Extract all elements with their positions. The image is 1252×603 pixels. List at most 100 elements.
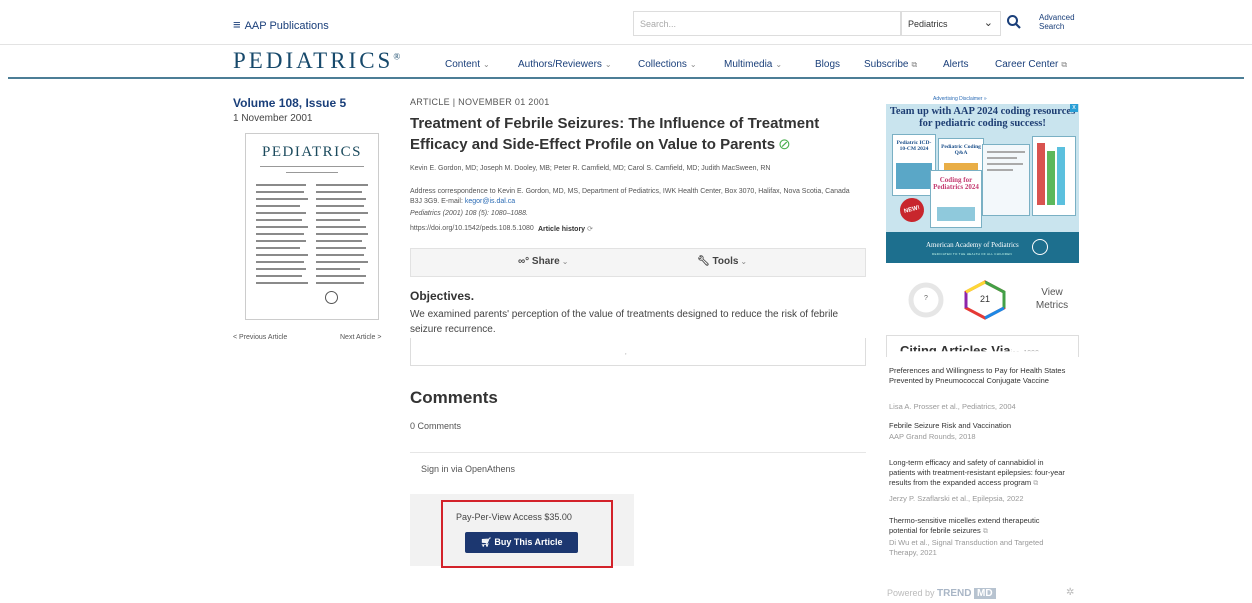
nav-label: Subscribe: [864, 59, 909, 70]
search-icon[interactable]: [1006, 14, 1022, 30]
nav-content[interactable]: Content ⌄: [445, 59, 490, 70]
cover-text-line: [316, 191, 362, 193]
publications-menu-button[interactable]: ≡ AAP Publications: [233, 17, 329, 32]
ad-headline: Team up with AAP 2024 coding resources f…: [889, 106, 1076, 129]
ad-book-coding: Coding for Pediatrics 2024: [930, 170, 982, 228]
chevron-down-icon: ⌄: [483, 60, 490, 69]
issue-volume-link[interactable]: Volume 108, Issue 5: [233, 96, 346, 110]
cover-text-line: [256, 205, 300, 207]
comments-heading: Comments: [410, 388, 498, 407]
ad-footer-tagline: DEDICATED TO THE HEALTH OF ALL CHILDREN: [932, 252, 1012, 256]
cover-text-line: [316, 268, 360, 270]
doi-link[interactable]: https://doi.org/10.1542/peds.108.5.1080: [410, 225, 534, 232]
previous-article-link[interactable]: < Previous Article: [233, 334, 287, 341]
advanced-search-link[interactable]: Advanced Search: [1039, 13, 1075, 31]
cover-text-line: [316, 233, 368, 235]
search-input[interactable]: Search...: [633, 11, 901, 36]
close-icon[interactable]: x: [1070, 104, 1078, 112]
nav-label: Multimedia: [724, 59, 773, 70]
citing-article-title[interactable]: Preferences and Willingness to Pay for H…: [889, 366, 1067, 386]
issue-date: 1 November 2001: [233, 113, 313, 124]
ad-book-art: [1047, 151, 1055, 205]
nav-authors-reviewers[interactable]: Authors/Reviewers ⌄: [518, 59, 612, 70]
correspondence-address: Address correspondence to Kevin E. Gordo…: [410, 187, 860, 207]
logo-text: PEDIATRICS: [233, 48, 394, 73]
buy-article-button[interactable]: 🛒︎ Buy This Article: [465, 532, 578, 553]
cover-text-line: [256, 240, 306, 242]
gear-icon[interactable]: ✲: [1066, 587, 1074, 598]
aap-seal-icon: [325, 291, 338, 304]
citing-article-title[interactable]: Long-term efficacy and safety of cannabi…: [889, 458, 1067, 489]
view-label: View: [1041, 287, 1063, 298]
citing-article-source: Di Wu et al., Signal Transduction and Ta…: [889, 538, 1044, 557]
citing-article-title-text: Thermo-sensitive micelles extend therape…: [889, 516, 1040, 535]
ad-book-art: [1057, 147, 1065, 205]
cover-text-line: [256, 226, 308, 228]
nav-blogs[interactable]: Blogs: [815, 59, 840, 70]
citation-text: Pediatrics (2001) 108 (5): 1080–1088.: [410, 210, 528, 217]
nav-alerts[interactable]: Alerts: [943, 59, 969, 70]
article-history-button[interactable]: Article history ⟳: [538, 225, 593, 233]
cover-text-line: [256, 275, 302, 277]
ad-book-spread: [982, 144, 1030, 216]
advertisement-banner[interactable]: Team up with AAP 2024 coding resources f…: [886, 104, 1079, 263]
chevron-down-icon: ⌄: [775, 60, 783, 69]
advertising-disclaimer-link[interactable]: Advertising Disclaimer »: [933, 96, 987, 102]
cover-text-line: [256, 254, 308, 256]
trend-label: TREND: [937, 588, 972, 599]
share-button[interactable]: ∞° Share ⌄: [518, 256, 568, 267]
share-label: Share: [531, 256, 560, 267]
view-metrics-link[interactable]: View Metrics: [1028, 286, 1076, 312]
issue-cover-image[interactable]: PEDIATRICS: [245, 133, 379, 320]
nav-label: Blogs: [815, 59, 841, 70]
cover-text-line: [316, 261, 368, 263]
ellipsis-mark: ,: [625, 350, 627, 356]
nav-label: Authors/Reviewers: [518, 59, 602, 70]
dimensions-badge[interactable]: 21: [962, 280, 1008, 320]
cover-text-line: [256, 198, 308, 200]
buy-label: Buy This Article: [494, 537, 563, 547]
journal-logo[interactable]: PEDIATRICS®: [233, 48, 400, 74]
tools-label: Tools: [712, 256, 739, 267]
ad-book-art: [937, 207, 975, 221]
cover-text-line: [256, 261, 304, 263]
cover-text-line: [316, 205, 364, 207]
nav-multimedia[interactable]: Multimedia ⌄: [724, 59, 782, 70]
check-circle-icon: ⊘: [778, 136, 791, 153]
publications-label: AAP Publications: [244, 20, 329, 32]
aap-seal-icon: [1032, 239, 1048, 255]
citing-article-title[interactable]: Thermo-sensitive micelles extend therape…: [889, 516, 1067, 537]
external-link-icon: ⧉: [911, 60, 918, 69]
md-label: MD: [974, 588, 996, 599]
wrench-icon: 🔧︎: [697, 256, 710, 267]
nav-career-center[interactable]: Career Center ⧉: [995, 59, 1067, 70]
cover-text-line: [256, 282, 308, 284]
nav-collections[interactable]: Collections ⌄: [638, 59, 697, 70]
cover-text-line: [256, 212, 306, 214]
cover-text-line: [256, 233, 304, 235]
ad-book-art: [987, 151, 1025, 153]
email-link[interactable]: kegor@is.dal.ca: [465, 198, 515, 205]
cover-text-line: [316, 198, 366, 200]
author-list[interactable]: Kevin E. Gordon, MD; Joseph M. Dooley, M…: [410, 165, 771, 172]
cover-text-line: [316, 240, 362, 242]
openathens-signin-link[interactable]: Sign in via OpenAthens: [421, 464, 515, 474]
cover-rule: [260, 166, 364, 167]
altmetric-badge[interactable]: ?: [908, 282, 944, 318]
chevron-down-icon: ⌄: [983, 17, 993, 29]
cover-rule: [286, 172, 338, 173]
chevron-down-icon: ⌄: [689, 60, 697, 69]
citing-article-source: AAP Grand Rounds, 2018: [889, 432, 976, 441]
trendmd-logo[interactable]: Powered by TREND MD: [887, 588, 996, 599]
tools-button[interactable]: 🔧︎ Tools ⌄: [697, 256, 747, 267]
next-article-link[interactable]: Next Article >: [340, 334, 381, 341]
pay-per-view-price: Pay-Per-View Access $35.00: [456, 512, 572, 522]
ad-footer-org: American Academy of Pediatrics: [926, 241, 1019, 249]
cover-text-line: [316, 184, 368, 186]
search-label: Search: [1039, 22, 1065, 31]
nav-subscribe[interactable]: Subscribe ⧉: [864, 59, 917, 70]
cover-title: PEDIATRICS: [261, 144, 362, 160]
search-scope-select[interactable]: Pediatrics ⌄: [901, 11, 1001, 36]
comments-divider: [410, 452, 866, 453]
citing-article-title[interactable]: Febrile Seizure Risk and Vaccination: [889, 421, 1067, 431]
